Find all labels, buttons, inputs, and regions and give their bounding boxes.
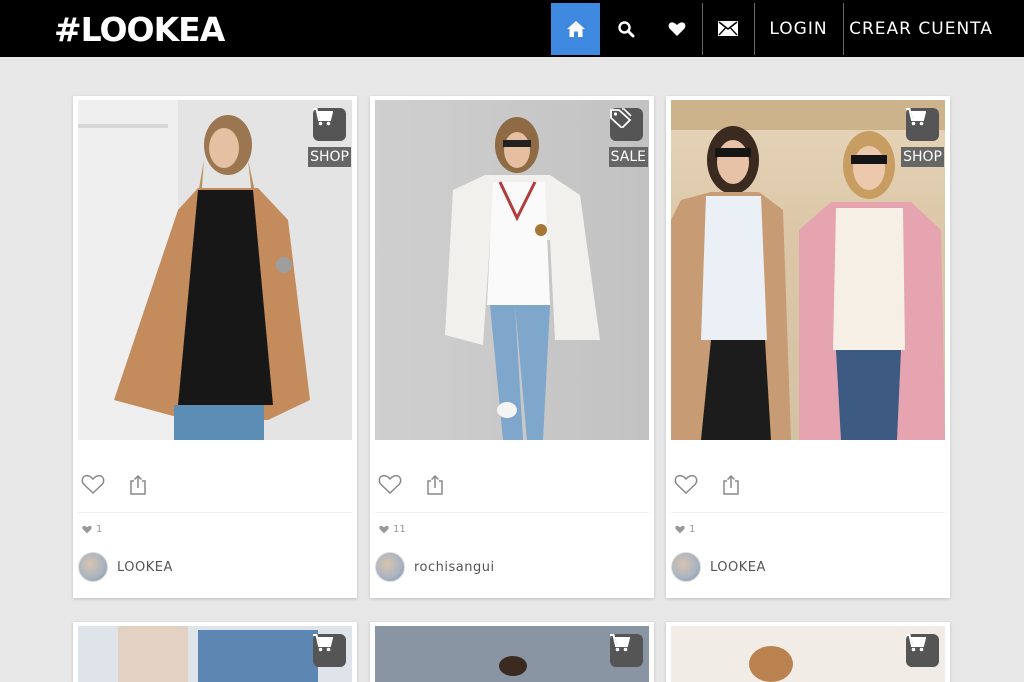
share-icon[interactable] <box>426 474 444 496</box>
look-photo[interactable] <box>375 626 649 682</box>
likes-number: 11 <box>393 524 406 535</box>
like-icon[interactable] <box>81 474 105 495</box>
share-icon[interactable] <box>129 474 147 496</box>
search-icon <box>618 20 635 37</box>
heart-icon <box>379 525 389 534</box>
logo[interactable]: #LOOKEA <box>54 12 225 48</box>
look-photo[interactable]: SHOP <box>78 100 352 440</box>
likes-count: 11 <box>379 524 406 535</box>
look-photo[interactable] <box>671 626 945 682</box>
badge-label: SHOP <box>308 147 351 167</box>
photo-illustration <box>499 656 527 676</box>
photo-illustration <box>118 626 318 682</box>
card-author[interactable]: LOOKEA <box>671 552 766 582</box>
heart-icon <box>82 525 92 534</box>
cart-icon <box>610 634 630 652</box>
look-card <box>73 622 357 682</box>
look-photo[interactable] <box>78 626 352 682</box>
likes-count: 1 <box>82 524 102 535</box>
look-card: SHOP 1 LOOKEA <box>73 96 357 598</box>
price-tag-icon <box>610 108 632 128</box>
card-divider <box>671 512 945 513</box>
create-account-link[interactable]: CREAR CUENTA <box>844 0 998 57</box>
look-card: SHOP 1 LOOKEA <box>666 96 950 598</box>
card-author[interactable]: rochisangui <box>375 552 495 582</box>
likes-number: 1 <box>689 524 696 535</box>
look-photo[interactable]: SHOP <box>671 100 945 440</box>
like-icon[interactable] <box>378 474 402 495</box>
cart-icon <box>906 634 926 652</box>
cart-icon <box>313 108 333 126</box>
messages-button[interactable] <box>703 0 753 57</box>
likes-number: 1 <box>96 524 103 535</box>
shop-badge[interactable] <box>313 634 346 667</box>
shop-badge[interactable] <box>610 634 643 667</box>
avatar[interactable] <box>78 552 108 582</box>
photo-illustration <box>749 646 793 682</box>
avatar[interactable] <box>375 552 405 582</box>
heart-icon <box>675 525 685 534</box>
username[interactable]: LOOKEA <box>117 560 173 575</box>
card-divider <box>375 512 649 513</box>
badge-label: SHOP <box>901 147 944 167</box>
heart-icon <box>668 21 686 36</box>
shop-badge[interactable] <box>906 108 939 141</box>
search-button[interactable] <box>601 0 651 57</box>
card-author[interactable]: LOOKEA <box>78 552 173 582</box>
cart-icon <box>906 108 926 126</box>
username[interactable]: rochisangui <box>414 560 495 575</box>
look-photo[interactable]: SALE <box>375 100 649 440</box>
username[interactable]: LOOKEA <box>710 560 766 575</box>
home-button[interactable] <box>551 3 600 55</box>
card-divider <box>78 512 352 513</box>
look-card <box>666 622 950 682</box>
top-navbar: #LOOKEA LOGIN CREAR CUENTA <box>0 0 1024 57</box>
avatar[interactable] <box>671 552 701 582</box>
look-card <box>370 622 654 682</box>
cart-icon <box>313 634 333 652</box>
shop-badge[interactable] <box>906 634 939 667</box>
share-icon[interactable] <box>722 474 740 496</box>
badge-label: SALE <box>608 147 648 167</box>
sale-badge[interactable] <box>610 108 643 141</box>
login-link[interactable]: LOGIN <box>754 0 843 57</box>
likes-count: 1 <box>675 524 695 535</box>
shop-badge[interactable] <box>313 108 346 141</box>
favorites-button[interactable] <box>652 0 702 57</box>
mail-icon <box>718 21 738 36</box>
look-card: SALE 11 rochisangui <box>370 96 654 598</box>
like-icon[interactable] <box>674 474 698 495</box>
home-icon <box>566 21 585 37</box>
